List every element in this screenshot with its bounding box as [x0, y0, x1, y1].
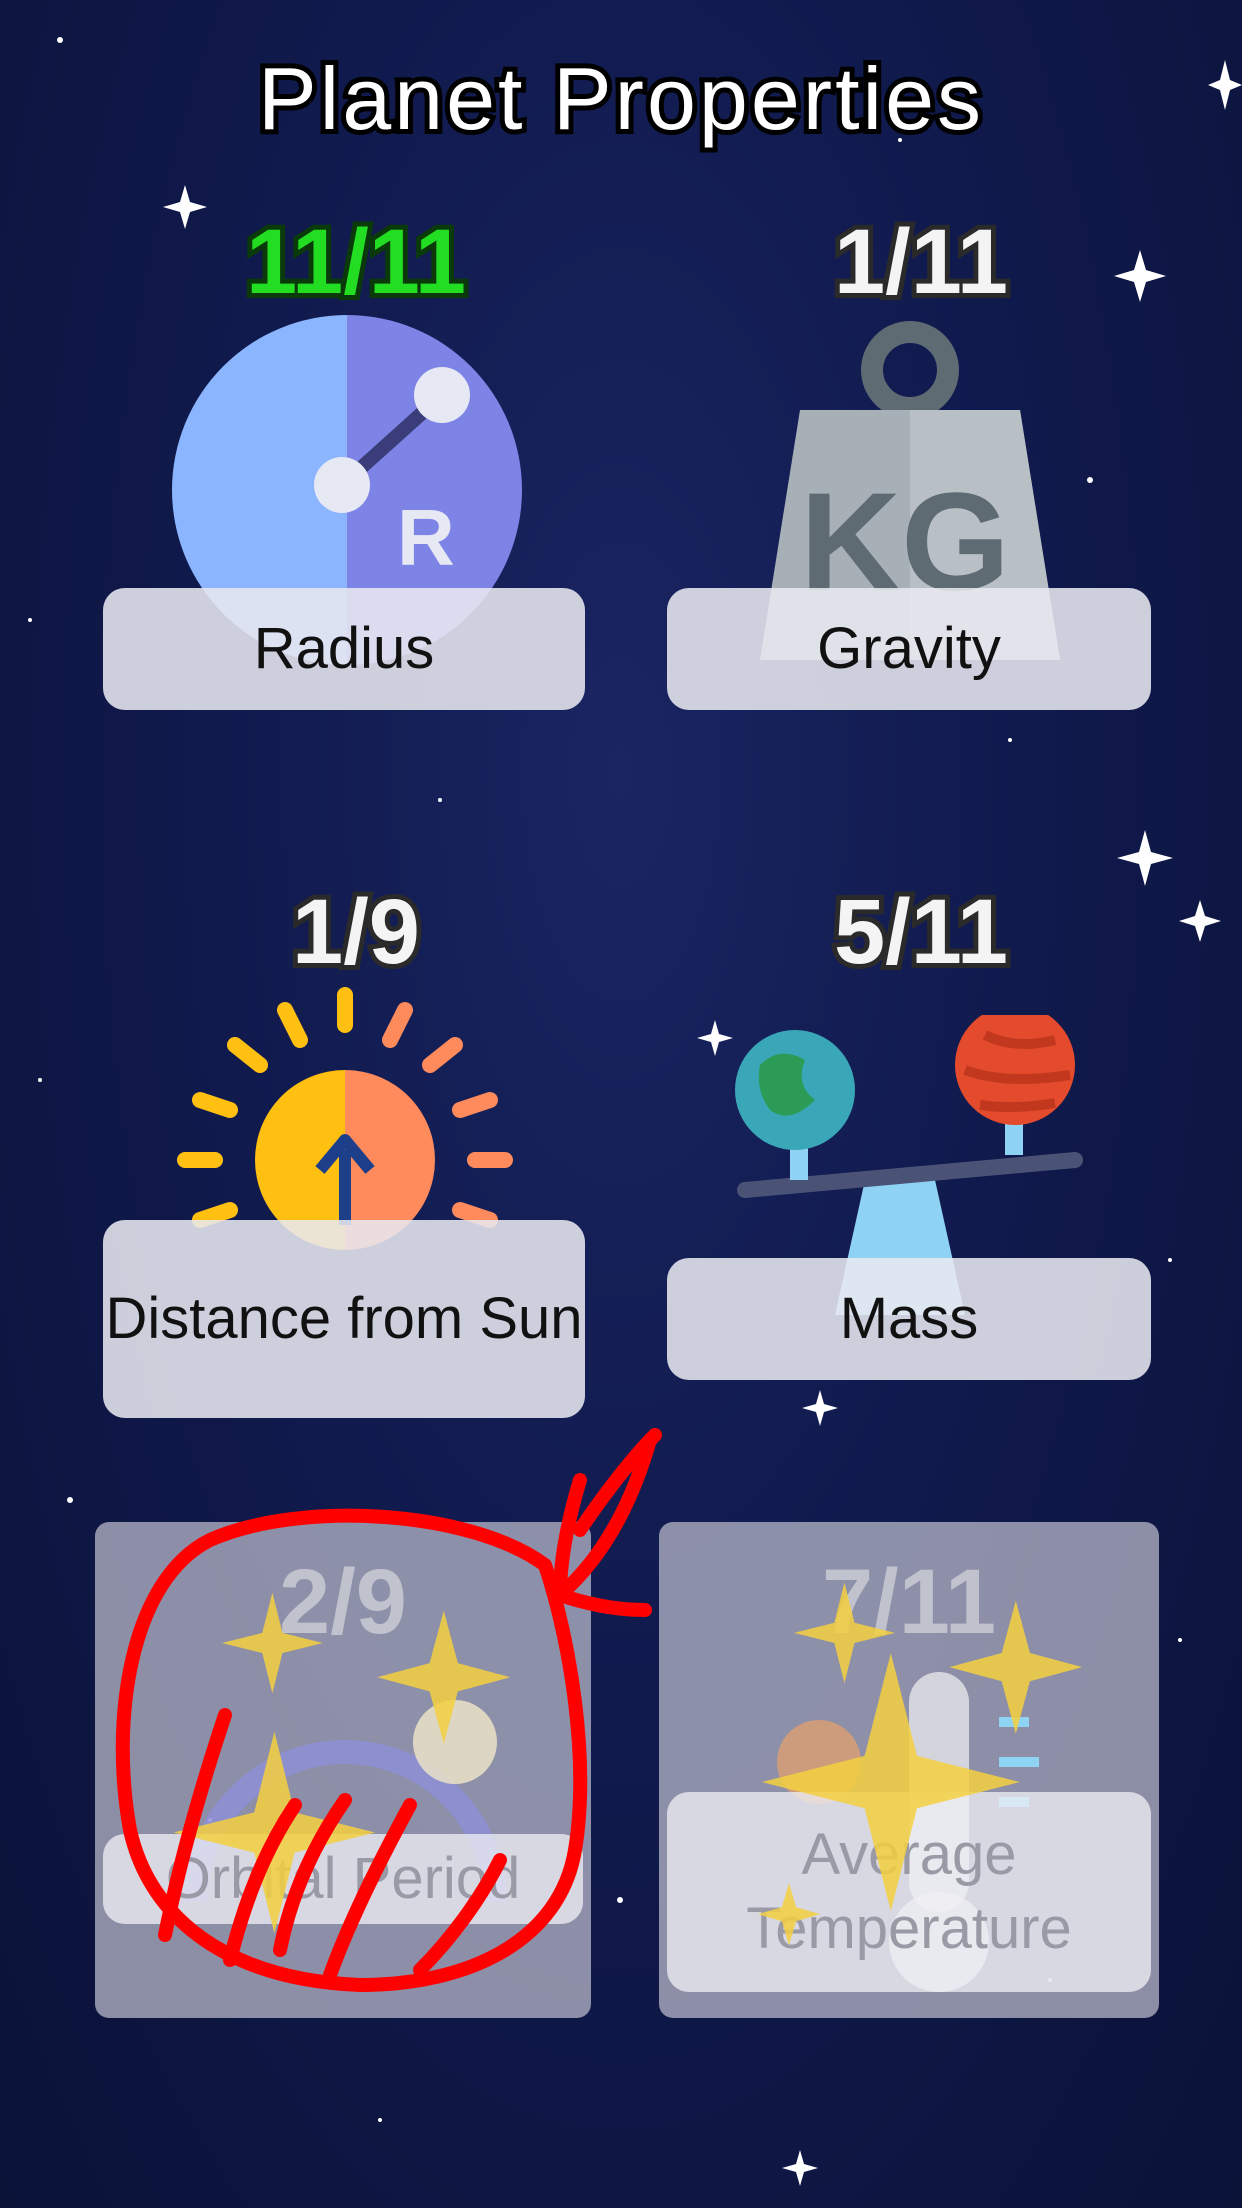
property-label: Gravity — [667, 588, 1151, 710]
property-card-distance-from-sun[interactable]: 1/9 Distance from Sun — [100, 876, 612, 1418]
property-label: Mass — [667, 1258, 1151, 1380]
game-screen: Planet Properties 11/11 R Radius 1/11 KG… — [0, 0, 1242, 2208]
star-sparkle — [782, 2150, 818, 2186]
star-sparkle — [802, 1390, 838, 1426]
property-card-mass[interactable]: 5/11 Mass — [665, 876, 1177, 1380]
page-title: Planet Properties — [253, 44, 986, 153]
progress-counter: 1/11 — [829, 206, 1013, 318]
property-card-radius[interactable]: 11/11 R Radius — [100, 206, 612, 710]
property-label: Distance from Sun — [103, 1220, 585, 1418]
progress-counter: 5/11 — [829, 876, 1013, 988]
progress-counter: 2/9 — [279, 1551, 407, 1653]
property-label: Orbital Period — [103, 1834, 583, 1924]
progress-counter: 1/9 — [287, 876, 425, 988]
svg-text:R: R — [397, 493, 455, 582]
property-label: Average Temperature — [667, 1792, 1151, 1992]
progress-counter: 7/11 — [822, 1551, 996, 1653]
star-sparkle — [1179, 900, 1221, 942]
property-card-gravity[interactable]: 1/11 KG Gravity — [665, 206, 1177, 710]
star-sparkle — [1117, 830, 1173, 886]
property-label: Radius — [103, 588, 585, 710]
property-card-orbital-period[interactable]: 2/9 Orbital Period — [95, 1522, 591, 2018]
property-card-average-temperature[interactable]: 7/11 Average Temperature — [659, 1522, 1159, 2018]
progress-counter: 11/11 — [241, 206, 471, 318]
